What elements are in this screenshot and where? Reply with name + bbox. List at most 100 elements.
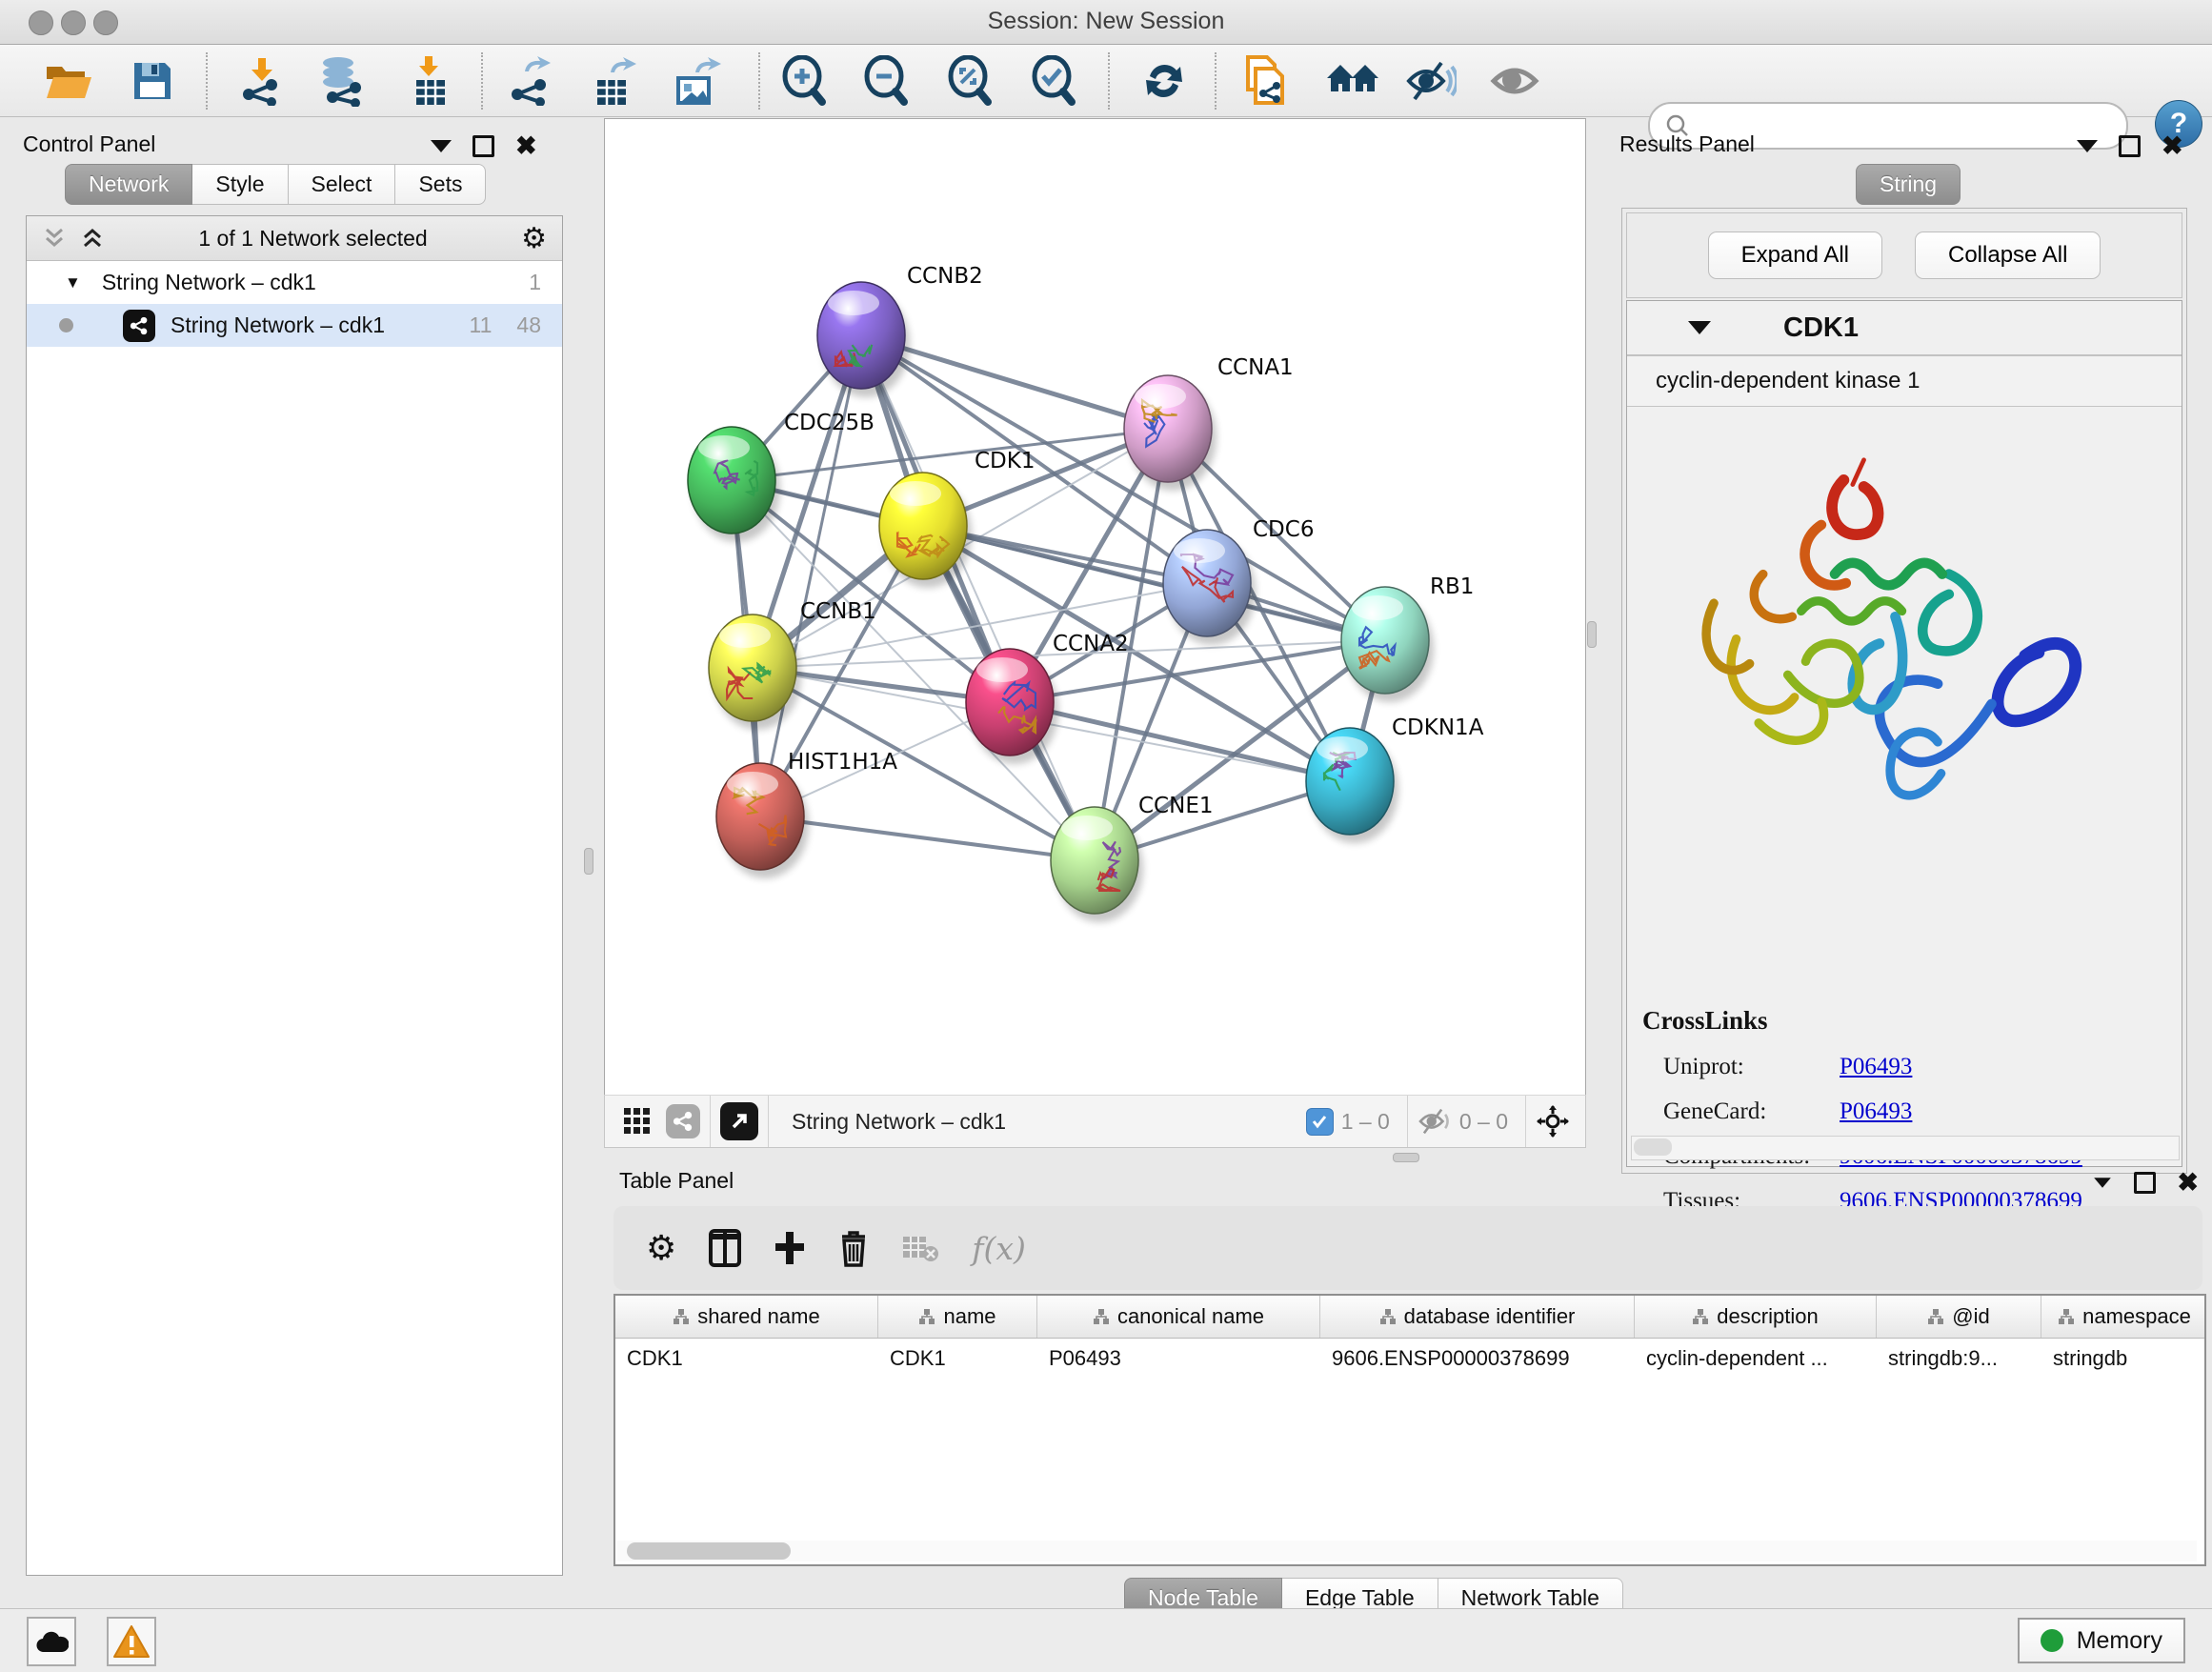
column-header[interactable]: namespace <box>2041 1296 2206 1338</box>
crosslink-link[interactable]: P06493 <box>1840 1098 1912 1125</box>
column-header[interactable]: name <box>878 1296 1037 1338</box>
svg-text:CDC25B: CDC25B <box>784 411 875 435</box>
gear-icon[interactable]: ⚙ <box>521 222 547 255</box>
delete-table-icon[interactable] <box>901 1233 939 1263</box>
table-settings-gear-icon[interactable]: ⚙ <box>646 1228 676 1268</box>
column-header[interactable]: canonical name <box>1037 1296 1320 1338</box>
float-panel-icon[interactable] <box>2119 135 2141 157</box>
protein-structure-image <box>1656 423 2103 833</box>
collapse-all-button[interactable]: Collapse All <box>1915 232 2101 279</box>
export-image-icon <box>673 55 722 107</box>
column-header[interactable]: shared name <box>615 1296 878 1338</box>
network-tree: ▼ String Network – cdk1 1 String Network… <box>27 261 562 347</box>
export-network-icon <box>506 56 553 106</box>
table-cell: P06493 <box>1037 1346 1320 1371</box>
hide-selected-button[interactable] <box>1404 54 1458 108</box>
crosslink-link[interactable]: P06493 <box>1840 1054 1912 1080</box>
float-panel-icon[interactable] <box>2134 1172 2156 1194</box>
grid-view-icon[interactable] <box>622 1106 653 1137</box>
zoom-selected-button[interactable] <box>1027 54 1080 108</box>
left-splitter-handle[interactable] <box>584 848 593 875</box>
network-canvas[interactable]: CCNB2CCNA1CDC25BCDK1CDC6RB1CCNB1CCNA2CDK… <box>604 118 1586 1096</box>
node-table: shared namenamecanonical namedatabase id… <box>613 1294 2206 1566</box>
panel-menu-icon[interactable] <box>431 140 452 152</box>
show-columns-icon[interactable] <box>709 1229 741 1267</box>
network-node-count: 11 <box>470 312 493 338</box>
svg-text:CCNB2: CCNB2 <box>907 264 983 289</box>
string-app-icon <box>123 310 155 342</box>
cloud-button[interactable] <box>27 1617 76 1666</box>
export-network-button[interactable] <box>503 54 556 108</box>
export-image-button[interactable] <box>671 54 724 108</box>
crosslink-label: Uniprot: <box>1663 1054 1840 1080</box>
tab-select[interactable]: Select <box>289 164 396 205</box>
eye-icon <box>1489 59 1540 103</box>
import-network-button[interactable] <box>234 54 288 108</box>
network-list-toolbar: 1 of 1 Network selected ⚙ <box>27 216 562 261</box>
svg-text:RB1: RB1 <box>1430 574 1474 599</box>
hidden-eye-icon[interactable] <box>1418 1107 1452 1136</box>
float-panel-icon[interactable] <box>473 135 494 157</box>
function-builder-icon[interactable]: f(x) <box>972 1230 1026 1267</box>
collapse-all-icon[interactable] <box>42 226 67 251</box>
table-cell: stringdb:9... <box>1877 1346 2041 1371</box>
delete-column-trash-icon[interactable] <box>838 1229 869 1267</box>
network-row[interactable]: String Network – cdk1 11 48 <box>27 304 562 347</box>
zoom-in-button[interactable] <box>777 54 831 108</box>
zoom-out-button[interactable] <box>859 54 913 108</box>
zoom-fit-button[interactable] <box>943 54 996 108</box>
warnings-button[interactable] <box>107 1617 156 1666</box>
results-panel: Results Panel ✖ String Expand All Collap… <box>1608 124 2201 1172</box>
table-horizontal-scrollbar[interactable] <box>617 1541 2197 1561</box>
column-header[interactable]: database identifier <box>1320 1296 1635 1338</box>
import-network-icon <box>237 56 285 106</box>
save-session-button[interactable] <box>126 54 179 108</box>
table-row[interactable]: CDK1CDK1P064939606.ENSP00000378699cyclin… <box>615 1339 2204 1379</box>
svg-text:HIST1H1A: HIST1H1A <box>788 750 897 775</box>
column-header[interactable]: description <box>1635 1296 1877 1338</box>
open-in-window-icon[interactable] <box>720 1102 758 1140</box>
expand-all-button[interactable]: Expand All <box>1708 232 1882 279</box>
close-panel-icon[interactable]: ✖ <box>2162 133 2183 159</box>
show-all-button[interactable] <box>1488 54 1541 108</box>
import-table-button[interactable] <box>404 54 457 108</box>
open-session-button[interactable] <box>42 54 95 108</box>
refresh-button[interactable] <box>1137 54 1191 108</box>
network-status-dot <box>59 318 73 332</box>
first-neighbors-button[interactable] <box>1326 54 1379 108</box>
collapse-section-icon[interactable] <box>1688 321 1711 334</box>
current-network-name: String Network – cdk1 <box>792 1109 1306 1135</box>
network-list-panel: 1 of 1 Network selected ⚙ ▼ String Netwo… <box>26 215 563 1576</box>
protein-card-scrollbar[interactable] <box>1631 1136 2180 1160</box>
network-selection-status: 1 of 1 Network selected <box>105 226 521 252</box>
table-cell: cyclin-dependent ... <box>1635 1346 1877 1371</box>
right-splitter-handle[interactable] <box>1587 621 1597 648</box>
houses-icon <box>1325 59 1380 103</box>
panel-menu-icon[interactable] <box>2095 1178 2112 1187</box>
collection-expander-icon[interactable]: ▼ <box>65 273 81 292</box>
crosslink-label: GeneCard: <box>1663 1098 1840 1125</box>
add-column-icon[interactable] <box>774 1230 806 1266</box>
svg-text:CCNB1: CCNB1 <box>800 599 876 624</box>
table-cell: 9606.ENSP00000378699 <box>1320 1346 1635 1371</box>
column-header[interactable]: @id <box>1877 1296 2041 1338</box>
network-graph[interactable]: CCNB2CCNA1CDC25BCDK1CDC6RB1CCNB1CCNA2CDK… <box>605 119 1585 1095</box>
export-table-button[interactable] <box>587 54 640 108</box>
import-network-from-database-button[interactable] <box>314 54 368 108</box>
tab-network[interactable]: Network <box>65 164 192 205</box>
tab-style[interactable]: Style <box>192 164 288 205</box>
network-collection-row[interactable]: ▼ String Network – cdk1 1 <box>27 261 562 304</box>
network-node-RB1: RB1 <box>1341 574 1474 702</box>
pan-mode-icon[interactable] <box>1536 1104 1570 1138</box>
tab-sets[interactable]: Sets <box>395 164 486 205</box>
close-panel-icon[interactable]: ✖ <box>2177 1170 2199 1196</box>
selected-checkbox-icon[interactable] <box>1306 1108 1334 1136</box>
copy-network-button[interactable] <box>1238 54 1292 108</box>
expand-all-icon[interactable] <box>80 226 105 251</box>
table-cell: CDK1 <box>878 1346 1037 1371</box>
panel-menu-icon[interactable] <box>2077 140 2098 152</box>
memory-button[interactable]: Memory <box>2018 1618 2185 1663</box>
close-panel-icon[interactable]: ✖ <box>515 133 537 159</box>
network-view-icon[interactable] <box>666 1104 700 1138</box>
tab-string[interactable]: String <box>1856 164 1961 205</box>
